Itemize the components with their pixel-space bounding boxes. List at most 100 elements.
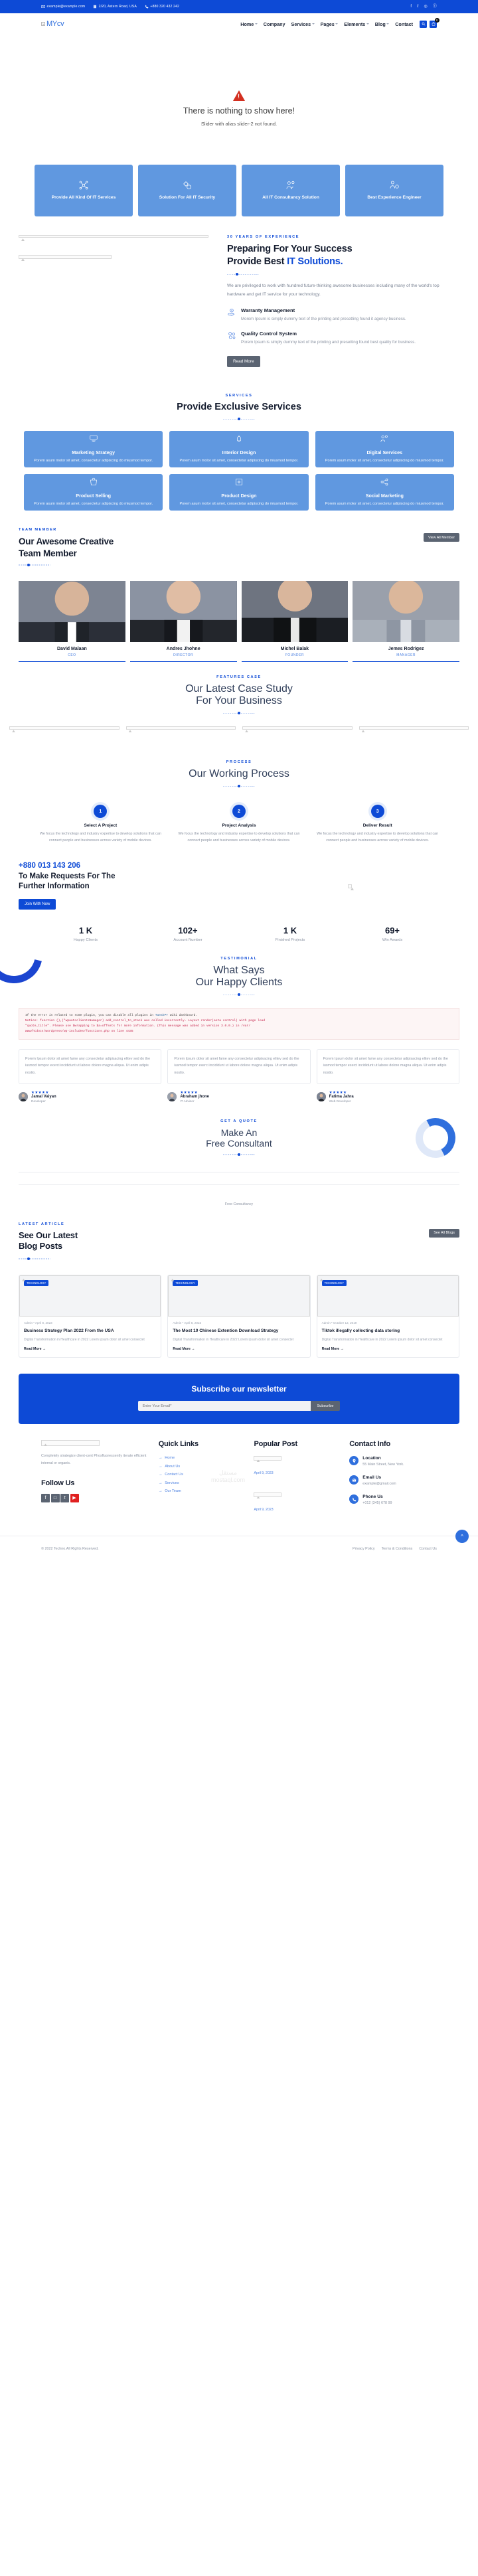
broken-image-icon — [348, 884, 352, 888]
services-row: Marketing Strategy Porem asum molor sit … — [24, 431, 454, 468]
subscribe-button[interactable]: Subscribe — [310, 1401, 341, 1411]
avatar — [316, 1092, 326, 1102]
book-icon — [94, 5, 97, 9]
form-field[interactable] — [19, 1168, 459, 1172]
watermark: مستقل mostaql.com — [211, 1469, 245, 1484]
contact-item-title: Email Us — [362, 1475, 382, 1481]
blog-card[interactable]: TECHNOLOGY Admin • April 8, 2023 Busines… — [19, 1274, 162, 1358]
underline — [129, 661, 237, 663]
stat-label: Happy Clients — [73, 938, 98, 943]
list-item[interactable]: → Our Team — [159, 1489, 246, 1493]
form-field[interactable] — [19, 1180, 459, 1185]
service-card[interactable]: Digital Services Porem asum molor sit am… — [315, 431, 454, 468]
blog-read-more[interactable]: Read More → — [24, 1347, 156, 1351]
privacy-policy-link[interactable]: Privacy Policy — [353, 1547, 375, 1551]
topbar-address[interactable]: 2/20, Astern Road, USA — [93, 5, 137, 9]
popular-post-item[interactable]: April 9, 2023 — [254, 1456, 341, 1475]
nav-item-blog[interactable]: Blog — [375, 21, 390, 27]
newsletter-email-input[interactable] — [137, 1401, 311, 1411]
divider — [19, 563, 50, 566]
read-more-button[interactable]: Read More — [227, 355, 260, 367]
site-logo[interactable]: MYcv — [41, 20, 64, 28]
case-images — [0, 722, 478, 730]
nav-item-home[interactable]: Home — [240, 21, 258, 27]
topbar: example@example.com 2/20, Astern Road, U… — [0, 0, 478, 13]
author-name: Jamal Vaiyan — [31, 1095, 56, 1099]
team-member-role: FOUNDER — [285, 653, 304, 657]
envelope-icon — [41, 5, 45, 8]
facebook-icon[interactable]: f — [41, 1493, 50, 1502]
topbar-email-text: example@example.com — [46, 5, 86, 9]
notice-line-3: www/htdocs/wordpress/wp-includes/functio… — [25, 1030, 133, 1034]
broken-image-icon — [41, 1440, 100, 1447]
team-member-card[interactable]: Andres Jhohne DIRECTOR — [129, 580, 237, 663]
join-with-now-button[interactable]: Join With Now — [19, 899, 56, 910]
see-all-blogs-button[interactable]: See All Blogs — [429, 1228, 459, 1238]
nav-item-services[interactable]: Services — [291, 21, 315, 27]
service-card[interactable]: Social Marketing Porem asum molor sit am… — [315, 474, 454, 511]
blog-read-more[interactable]: Read More → — [322, 1347, 454, 1351]
divider — [19, 1257, 50, 1260]
service-card[interactable]: Product Selling Porem asum molor sit ame… — [24, 474, 163, 511]
list-item[interactable]: → Home — [159, 1456, 246, 1460]
nav-item-contact[interactable]: Contact — [395, 21, 413, 27]
nav-item-label: Elements — [344, 21, 366, 27]
team-member-card[interactable]: Jemes Rodrigez MANAGER — [353, 580, 459, 663]
instagram-icon[interactable]: ◎ — [424, 5, 428, 9]
step-title: Select A Project — [84, 823, 118, 829]
contact-item-value[interactable]: example@gmail.com — [362, 1482, 396, 1486]
feature-card[interactable]: Best Experience Engineer — [345, 165, 443, 216]
instagram-icon[interactable]: □ — [50, 1493, 60, 1502]
list-item[interactable]: → About Us — [159, 1465, 246, 1469]
process-eyebrow: PROCESS — [226, 760, 252, 765]
contact-us-link[interactable]: Contact Us — [419, 1547, 437, 1551]
blog-read-more[interactable]: Read More → — [173, 1347, 305, 1351]
view-all-members-button[interactable]: View All Member — [423, 533, 459, 542]
topbar-phone[interactable]: +880 320 432 242 — [145, 5, 179, 9]
service-card-desc: Porem asum molor sit amet, consectetur a… — [325, 501, 444, 506]
phone-icon — [349, 1494, 359, 1504]
nav-item-pages[interactable]: Pages — [321, 21, 339, 27]
broken-image-icon — [19, 255, 112, 259]
service-card[interactable]: Interior Design Porem asum molor sit ame… — [169, 431, 309, 468]
youtube-icon[interactable]: ▶ — [70, 1493, 79, 1502]
testimonial-author: ★★★★★ Fatima Jahra Web Developer — [316, 1091, 459, 1103]
warning-triangle-icon — [233, 90, 245, 101]
feature-card[interactable]: Provide All Kind Of IT Services — [35, 165, 133, 216]
cart-button[interactable]: 0 — [430, 18, 439, 28]
cta-phone-number[interactable]: +880 013 143 206 — [19, 862, 459, 870]
team-member-card[interactable]: Michel Balak FOUNDER — [241, 580, 349, 663]
services-row: Product Selling Porem asum molor sit ame… — [24, 474, 454, 511]
contact-item-value[interactable]: +012 (345) 678 99 — [362, 1501, 392, 1505]
facebook-icon[interactable]: f — [410, 5, 412, 9]
footer-about-column: Completely strategize client-cent Phosfl… — [41, 1440, 151, 1529]
team-member-card[interactable]: David Malaan CEO — [19, 580, 125, 663]
behance-icon[interactable]: Ⓘ — [433, 5, 437, 9]
terms-conditions-link[interactable]: Terms & Conditions — [382, 1547, 413, 1551]
testimonial-authors: ★★★★★ Jamal Vaiyan Developer ★★★★★ Abrah… — [0, 1084, 478, 1103]
search-button[interactable] — [420, 20, 427, 28]
blog-card[interactable]: TECHNOLOGY Admin • April 8, 2023 The Mos… — [167, 1274, 311, 1358]
warranty-hand-coin-icon — [227, 307, 236, 317]
network-nodes-icon — [78, 180, 89, 191]
feature-card[interactable]: Solution For All IT Security — [138, 165, 236, 216]
service-card[interactable]: Product Design Porem asum molor sit amet… — [169, 474, 309, 511]
blog-excerpt: Digital Transformation in Healthcare in … — [321, 1338, 443, 1342]
nav-item-elements[interactable]: Elements — [344, 21, 369, 27]
blog-tag: TECHNOLOGY — [321, 1279, 347, 1286]
topbar-email[interactable]: example@example.com — [41, 5, 85, 9]
notice-link[interactable]: TweakPT — [155, 1014, 168, 1017]
testimonial-header: TESTIMONIAL What Says Our Happy Clients — [0, 942, 478, 1001]
service-card[interactable]: Marketing Strategy Porem asum molor sit … — [24, 431, 163, 468]
process-title: Our Working Process — [189, 768, 289, 780]
avatar — [353, 580, 459, 642]
twitter-icon[interactable]: 𝘵 — [417, 5, 418, 9]
service-card-title: Interior Design — [222, 449, 256, 455]
feature-card[interactable]: All IT Consultancy Solution — [242, 165, 340, 216]
nav-item-company[interactable]: Company — [264, 21, 285, 27]
twitter-icon[interactable]: 𝘵 — [60, 1493, 69, 1502]
blog-card[interactable]: TECHNOLOGY Admin • October 13, 2019 Tikt… — [316, 1274, 459, 1358]
popular-post-item[interactable]: April 9, 2023 — [254, 1492, 341, 1512]
avatar — [167, 1092, 177, 1102]
error-title: There is nothing to show here! — [183, 106, 295, 116]
